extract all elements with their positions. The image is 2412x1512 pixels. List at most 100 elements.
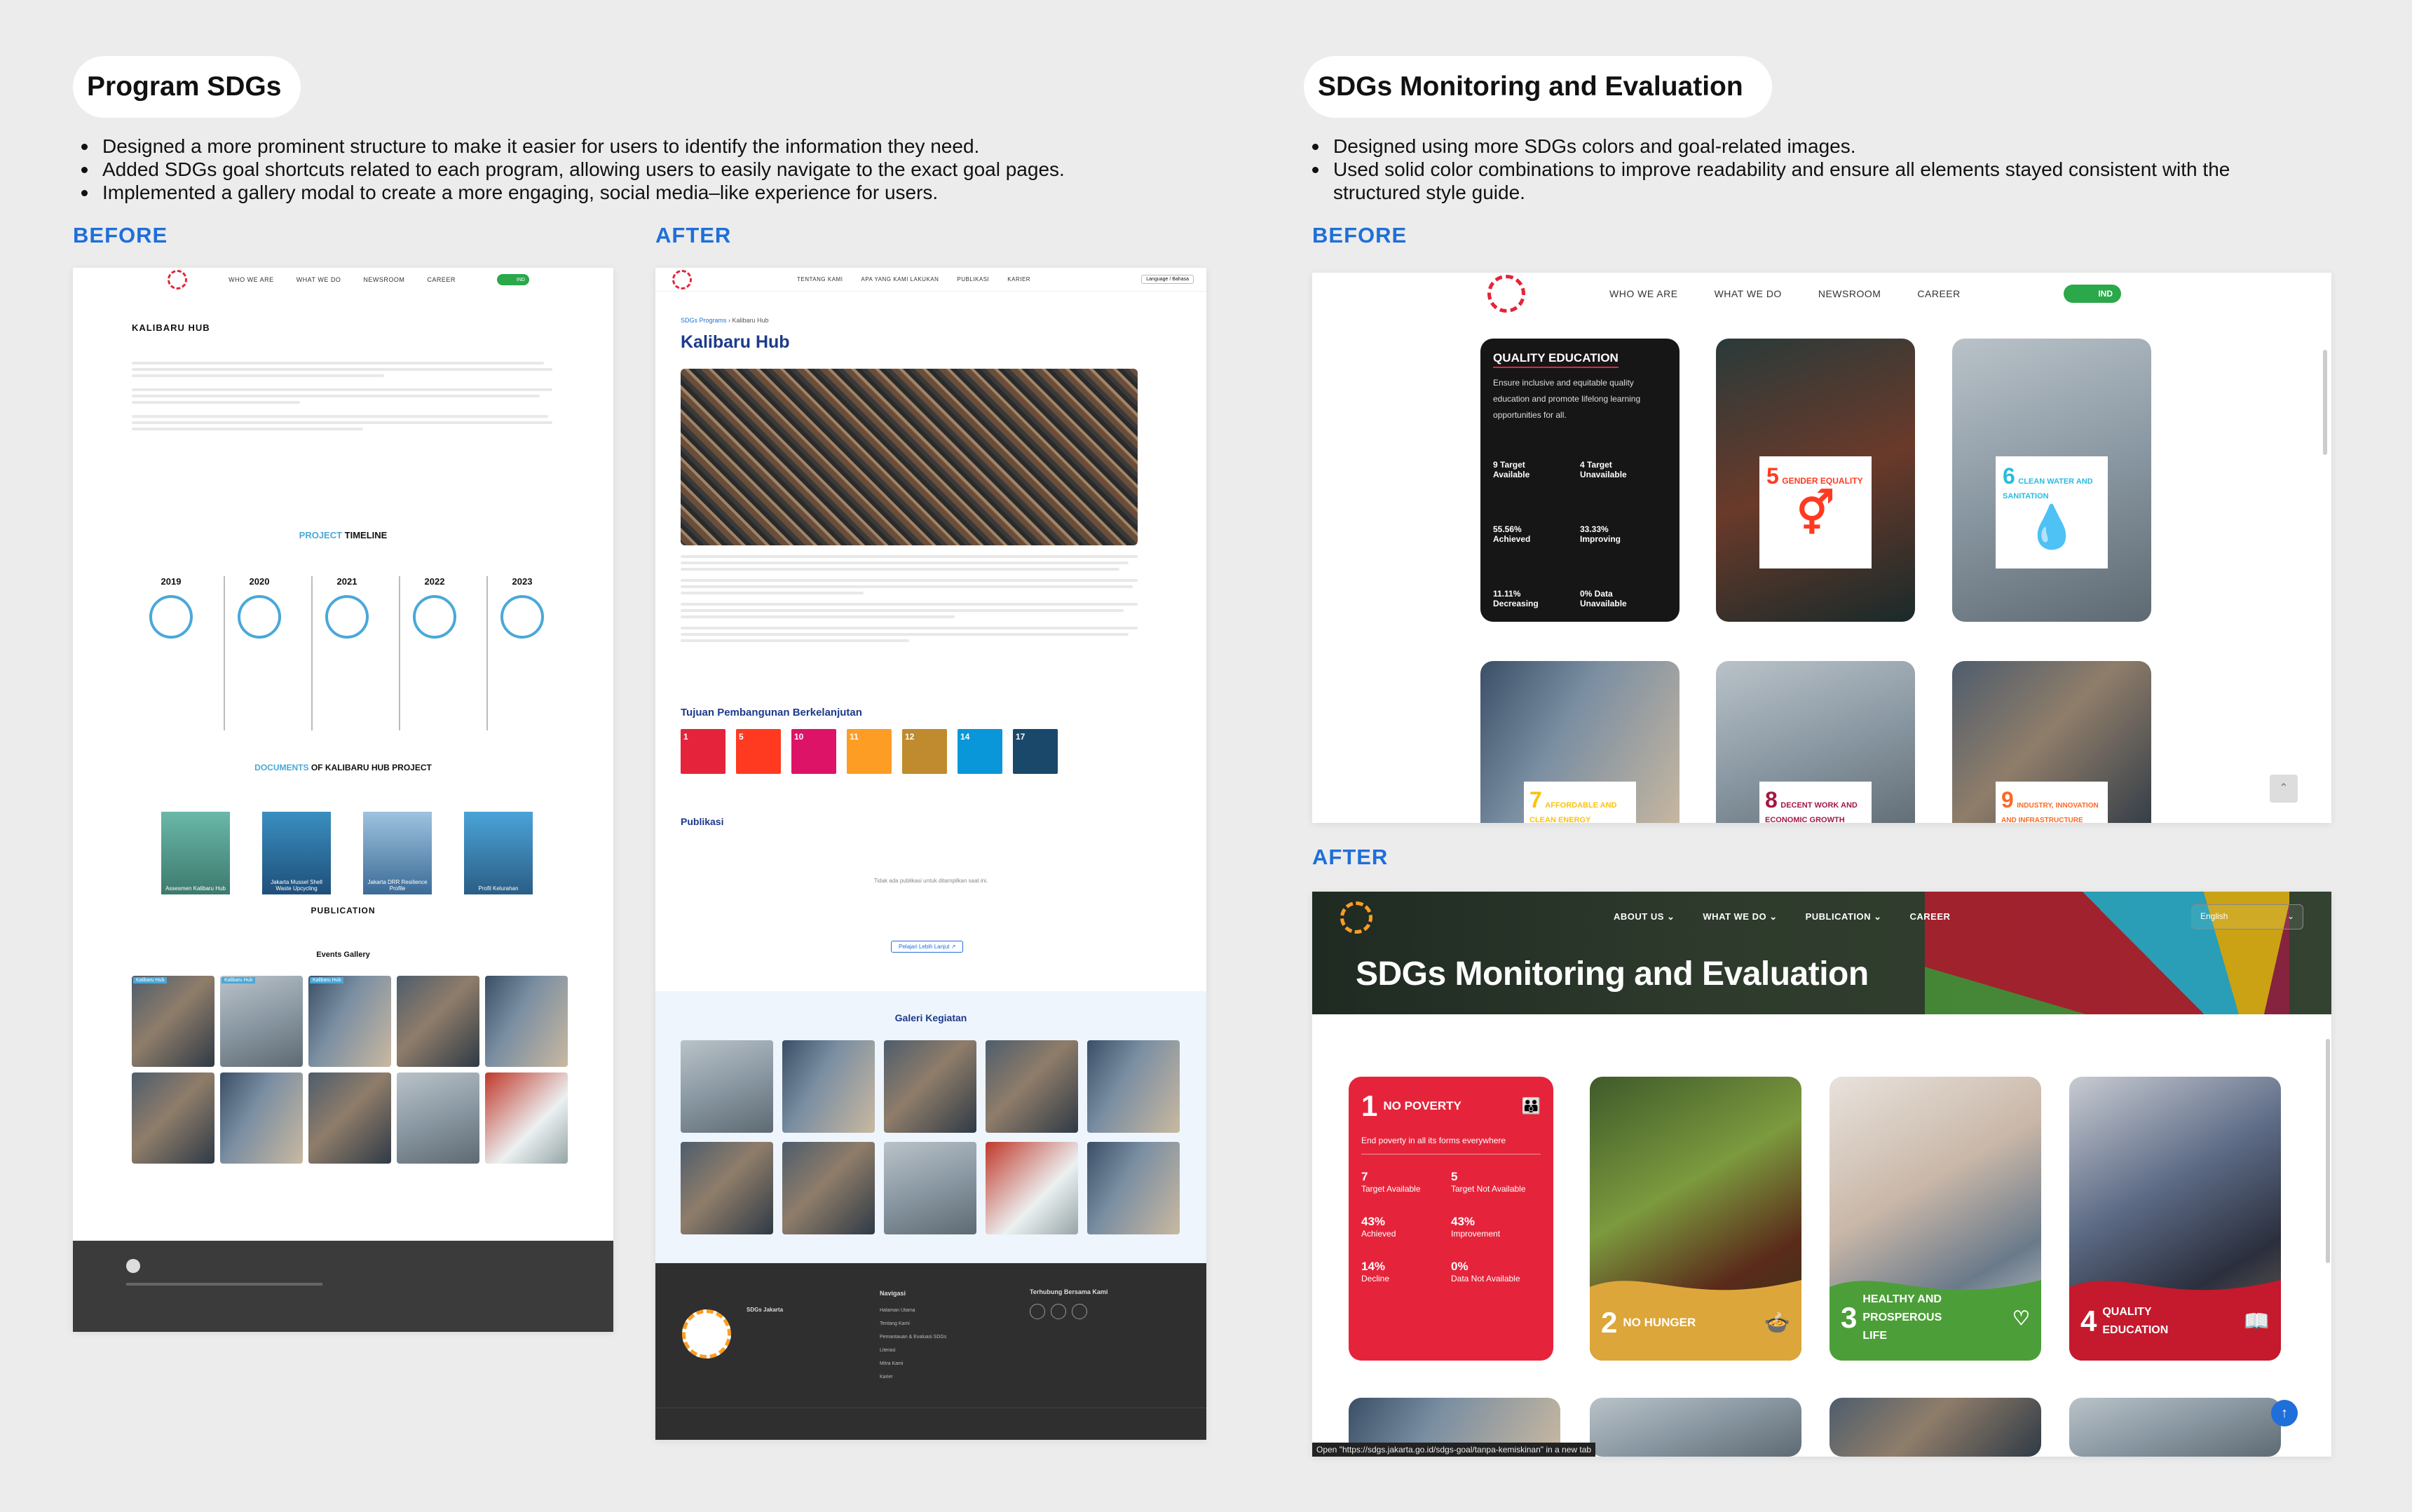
breadcrumb-link[interactable]: SDGs Programs [681, 317, 727, 324]
goal-card-quality-education[interactable]: 4 QUALITY EDUCATION 📖 [2069, 1077, 2281, 1361]
sdgs-logo-icon[interactable] [672, 269, 692, 290]
scroll-top-button[interactable]: ↑ [2271, 1400, 2298, 1426]
goal-card-clean-water[interactable]: 6 CLEAN WATER AND SANITATION 💧 [1952, 339, 2151, 622]
timeline-year: 2020 [249, 576, 270, 587]
documents-title-accent: DOCUMENTS [254, 763, 309, 772]
gallery-item[interactable] [884, 1142, 976, 1234]
nav-item[interactable]: WHAT WE DO [1715, 288, 1782, 299]
gallery-item[interactable] [884, 1040, 976, 1133]
learn-more-button[interactable]: Pelajari Lebih Lanjut ↗ [891, 941, 964, 953]
youtube-icon[interactable] [1051, 1304, 1066, 1319]
bullet: Used solid color combinations to improve… [1304, 158, 2313, 204]
sdg-goal-shortcuts: 1 5 10 11 12 14 17 [681, 729, 1058, 774]
events-gallery-title: Events Gallery [316, 951, 370, 959]
nav-item[interactable]: CAREER [1910, 911, 1951, 922]
gallery-item[interactable] [782, 1040, 875, 1133]
gallery-item[interactable] [308, 1072, 391, 1164]
sdg-goal-tile[interactable]: 12 [902, 729, 947, 774]
goal-card-quality-education[interactable]: QUALITY EDUCATION Ensure inclusive and e… [1480, 339, 1679, 622]
footer-link[interactable]: Pemantauan & Evaluasi SDGs [880, 1330, 946, 1344]
nav-item[interactable]: ABOUT US ⌄ [1614, 911, 1675, 922]
gallery-item[interactable] [485, 1072, 568, 1164]
gallery-item[interactable] [485, 976, 568, 1067]
sdg-goal-tile[interactable]: 1 [681, 729, 725, 774]
footer-link[interactable]: Halaman Utama [880, 1304, 946, 1317]
language-select[interactable]: Language / Bahasa [1141, 275, 1194, 284]
goal-card-healthy-life[interactable]: 3 HEALTHY AND PROSPEROUS LIFE ♡ [1830, 1077, 2041, 1361]
gallery-item[interactable]: Kalibaru Hub [308, 976, 391, 1067]
language-select[interactable]: English ⌄ [2191, 904, 2303, 929]
scrollbar[interactable] [2326, 1039, 2330, 1263]
footer-link[interactable]: Mitra Kami [880, 1357, 946, 1370]
gallery-item[interactable] [986, 1040, 1078, 1133]
sdg-goal-tile[interactable]: 17 [1013, 729, 1058, 774]
scroll-top-button[interactable]: ⌃ [2270, 775, 2298, 803]
footer-link[interactable]: Tentang Kami [880, 1317, 946, 1330]
goal-card-no-poverty[interactable]: 1 NO POVERTY 👪 End poverty in all its form… [1349, 1077, 1553, 1361]
nav-item[interactable]: APA YANG KAMI LAKUKAN [861, 276, 939, 282]
goal-card-affordable-energy[interactable]: 7 AFFORDABLE AND CLEAN ENERGY [1480, 661, 1679, 823]
sdgs-logo-icon[interactable] [1340, 901, 1372, 934]
gallery-item[interactable] [986, 1142, 1078, 1234]
gallery-item[interactable] [220, 1072, 303, 1164]
sdgs-logo-icon[interactable] [1487, 275, 1525, 313]
lang-toggle[interactable]: IND [496, 274, 529, 285]
gallery-item[interactable] [681, 1142, 773, 1234]
gallery-item[interactable] [1087, 1040, 1180, 1133]
goal-card-decent-work[interactable]: 8 DECENT WORK AND ECONOMIC GROWTH [1716, 661, 1915, 823]
nav-item[interactable]: TENTANG KAMI [797, 276, 843, 282]
footer-nav: Halaman Utama Tentang Kami Pemantauan & … [880, 1304, 946, 1384]
timeline-circle [413, 595, 456, 639]
nav-item[interactable]: WHAT WE DO ⌄ [1703, 911, 1777, 922]
document-card[interactable]: Jakarta DRR Resilience Profile [363, 812, 432, 894]
stat: 4 Target Unavailable [1580, 460, 1627, 479]
footer-link[interactable]: Karier [880, 1370, 946, 1384]
nav-item[interactable]: PUBLICATION ⌄ [1806, 911, 1882, 922]
nav-item[interactable]: NEWSROOM [363, 276, 404, 283]
before-label-left: BEFORE [73, 223, 168, 247]
scrollbar[interactable] [2323, 350, 2327, 455]
nav-item[interactable]: CAREER [427, 276, 456, 283]
footer-link[interactable]: Literasi [880, 1344, 946, 1357]
gallery-item[interactable] [1087, 1142, 1180, 1234]
gallery-item[interactable]: Kalibaru Hub [132, 976, 214, 1067]
nav-item[interactable]: WHO WE ARE [229, 276, 274, 283]
instagram-icon[interactable] [1030, 1304, 1045, 1319]
sdg-goal-tile[interactable]: 10 [791, 729, 836, 774]
sdg-goal-number: 12 [905, 732, 915, 742]
nav-item[interactable]: KARIER [1007, 276, 1030, 282]
nav-menu: ABOUT US ⌄ WHAT WE DO ⌄ PUBLICATION ⌄ CA… [1614, 911, 1950, 922]
facebook-icon[interactable] [1072, 1304, 1087, 1319]
document-card[interactable]: Profil Kelurahan [464, 812, 533, 894]
nav-item[interactable]: WHO WE ARE [1609, 288, 1678, 299]
document-card[interactable]: Jakarta Mussel Shell Waste Upcycling [262, 812, 331, 894]
document-title: Profil Kelurahan [478, 885, 519, 892]
goal-card-partial[interactable] [1590, 1398, 1801, 1457]
nav-item[interactable]: CAREER [1917, 288, 1960, 299]
sdg-goal-tile[interactable]: 11 [847, 729, 892, 774]
timeline-item: 2020 [224, 576, 294, 730]
goal-card-partial[interactable] [1830, 1398, 2041, 1457]
nav-item[interactable]: PUBLIKASI [957, 276, 989, 282]
gallery-item[interactable]: Kalibaru Hub [220, 976, 303, 1067]
goal-card-industry[interactable]: 9 INDUSTRY, INNOVATION AND INFRASTRUCTUR… [1952, 661, 2151, 823]
nav-item[interactable]: WHAT WE DO [297, 276, 341, 283]
goal-card-desc: Ensure inclusive and equitable quality e… [1493, 378, 1641, 420]
gallery-item[interactable] [132, 1072, 214, 1164]
gallery-item[interactable] [397, 1072, 479, 1164]
document-card[interactable]: Assesmen Kalibaru Hub [161, 812, 230, 894]
gallery-item[interactable] [782, 1142, 875, 1234]
navbar: TENTANG KAMI APA YANG KAMI LAKUKAN PUBLI… [655, 268, 1206, 292]
sdgs-logo-icon[interactable] [168, 270, 187, 290]
gallery-item[interactable] [681, 1040, 773, 1133]
lang-toggle[interactable]: IND [2064, 285, 2121, 303]
sdg-goal-tile[interactable]: 5 [736, 729, 781, 774]
nav-item[interactable]: NEWSROOM [1818, 288, 1881, 299]
stat: 43% Achieved [1361, 1215, 1396, 1239]
before-label-right: BEFORE [1312, 223, 1408, 247]
goal-card-gender-equality[interactable]: 5 GENDER EQUALITY ⚥ [1716, 339, 1915, 622]
goal-card-no-hunger[interactable]: 2 NO HUNGER 🍲 [1590, 1077, 1801, 1361]
sdg-goal-tile[interactable]: 14 [958, 729, 1002, 774]
goal-card-partial[interactable] [2069, 1398, 2281, 1457]
gallery-item[interactable] [397, 976, 479, 1067]
